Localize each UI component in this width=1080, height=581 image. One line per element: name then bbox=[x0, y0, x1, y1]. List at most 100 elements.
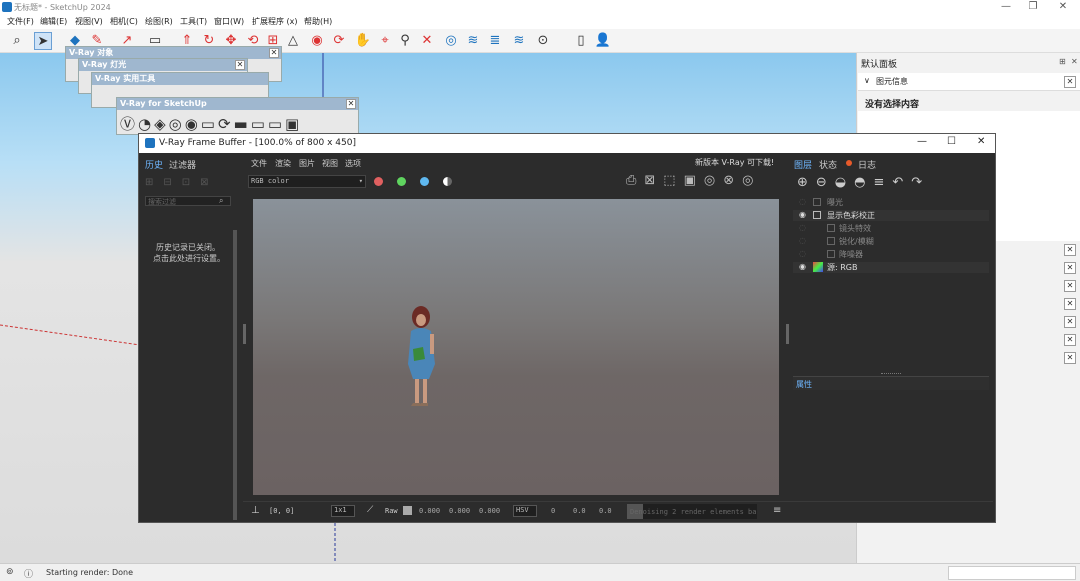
color-picker-icon[interactable]: ⟋ bbox=[367, 505, 373, 515]
close-button[interactable]: ✕ bbox=[1050, 1, 1076, 12]
search-icon[interactable]: ⌕ bbox=[8, 32, 26, 50]
status-bar: ⊚ ⓘ Starting render: Done bbox=[0, 563, 1080, 581]
orbit-icon[interactable]: ⟳ bbox=[330, 32, 348, 50]
styles-icon[interactable]: ≣ bbox=[486, 32, 504, 50]
checkbox[interactable] bbox=[827, 224, 835, 232]
eye-icon[interactable]: ◌ bbox=[799, 236, 806, 245]
section-icon[interactable]: ✕ bbox=[418, 32, 436, 50]
checkbox[interactable] bbox=[827, 237, 835, 245]
update-notice[interactable]: 新版本 V-Ray 可下载! bbox=[695, 157, 774, 168]
geo-location-icon[interactable]: ⊚ bbox=[6, 567, 14, 577]
close-icon[interactable]: ✕ bbox=[269, 48, 279, 58]
vfb-menu-options[interactable]: 选项 bbox=[345, 158, 361, 169]
scrollbar[interactable] bbox=[233, 230, 237, 520]
blue-channel-icon[interactable] bbox=[420, 177, 429, 186]
red-channel-icon[interactable] bbox=[374, 177, 383, 186]
info-icon[interactable]: ⓘ bbox=[24, 567, 33, 580]
vfb-menu-image[interactable]: 图片 bbox=[299, 158, 315, 169]
alpha-channel-icon[interactable] bbox=[443, 177, 452, 186]
checkbox[interactable] bbox=[813, 198, 821, 206]
close-icon[interactable]: ✕ bbox=[1064, 76, 1076, 88]
close-button[interactable]: ✕ bbox=[977, 136, 985, 147]
close-icon[interactable]: ✕ bbox=[1064, 262, 1076, 274]
sandbox-icon[interactable]: ◎ bbox=[442, 32, 460, 50]
splitter-handle[interactable] bbox=[786, 324, 789, 344]
tab-log[interactable]: 日志 bbox=[858, 158, 876, 171]
splitter-handle[interactable] bbox=[243, 324, 246, 344]
close-icon[interactable]: ✕ bbox=[1064, 244, 1076, 256]
history-msg-1[interactable]: 历史记录已关闭。 bbox=[156, 242, 220, 253]
color-space-select[interactable]: HSV bbox=[513, 505, 537, 517]
zoom-select[interactable]: 1x1 bbox=[331, 505, 355, 517]
close-icon[interactable]: ✕ bbox=[1064, 334, 1076, 346]
zoom-icon[interactable]: ⌖ bbox=[376, 32, 394, 50]
menu-extensions[interactable]: 扩展程序 (x) bbox=[252, 16, 298, 27]
vfb-menu-view[interactable]: 视图 bbox=[322, 158, 338, 169]
pan-icon[interactable]: ✋ bbox=[354, 32, 372, 50]
tab-layers[interactable]: 图层 bbox=[794, 158, 812, 171]
protractor-icon[interactable]: △ bbox=[284, 32, 302, 50]
layers-icon[interactable]: ≋ bbox=[464, 32, 482, 50]
layer-row[interactable]: ◉ 源: RGB bbox=[793, 262, 989, 273]
pixel-info-icon[interactable]: ⊥ bbox=[251, 505, 260, 516]
menu-icon[interactable]: ≡ bbox=[773, 505, 781, 516]
eye-icon[interactable]: ◌ bbox=[799, 197, 806, 206]
history-msg-2[interactable]: 点击此处进行设置。 bbox=[153, 253, 225, 264]
vfb-tool-icons[interactable]: ⎙⊠⬚▣◎⊗◎ bbox=[626, 173, 761, 188]
channel-select[interactable]: RGB color ▾ bbox=[248, 175, 366, 188]
splitter-handle[interactable] bbox=[881, 373, 901, 375]
entity-info-header[interactable]: ∨ 图元信息 ✕ bbox=[858, 73, 1080, 91]
menu-view[interactable]: 视图(V) bbox=[75, 16, 103, 27]
eye-icon[interactable]: ◉ bbox=[799, 210, 806, 219]
menu-file[interactable]: 文件(F) bbox=[7, 16, 34, 27]
zoom-extents-icon[interactable]: ⚲ bbox=[396, 32, 414, 50]
doc-icon[interactable]: ▯ bbox=[572, 32, 590, 50]
eye-icon[interactable]: ◌ bbox=[799, 223, 806, 232]
layer-row[interactable]: ◌ 锐化/模糊 bbox=[793, 236, 989, 247]
close-icon[interactable]: ✕ bbox=[235, 60, 245, 70]
styles2-icon[interactable]: ≋ bbox=[510, 32, 528, 50]
menu-tools[interactable]: 工具(T) bbox=[180, 16, 207, 27]
minimize-button[interactable]: — bbox=[917, 136, 927, 147]
layer-row[interactable]: ◉ 显示色彩校正 bbox=[793, 210, 989, 221]
menu-draw[interactable]: 绘图(R) bbox=[145, 16, 173, 27]
maximize-button[interactable]: ❐ bbox=[1020, 1, 1046, 12]
close-icon[interactable]: ✕ bbox=[1071, 57, 1078, 66]
raw-g: 0.000 bbox=[449, 507, 471, 515]
person-icon[interactable]: 👤 bbox=[594, 32, 612, 50]
measurements-box[interactable] bbox=[948, 566, 1076, 580]
checkbox[interactable] bbox=[813, 211, 821, 219]
layer-row[interactable]: ◌ 降噪器 bbox=[793, 249, 989, 260]
maximize-button[interactable]: ☐ bbox=[947, 136, 956, 147]
tab-status[interactable]: 状态 bbox=[819, 158, 837, 171]
menu-edit[interactable]: 编辑(E) bbox=[40, 16, 67, 27]
select-icon[interactable]: ➤ bbox=[34, 32, 52, 50]
menu-camera[interactable]: 相机(C) bbox=[110, 16, 138, 27]
vfb-menu-file[interactable]: 文件 bbox=[251, 158, 267, 169]
close-icon[interactable]: ✕ bbox=[1064, 298, 1076, 310]
minimize-button[interactable]: — bbox=[993, 1, 1019, 12]
layer-tool-icons[interactable]: ⊕⊖◒◓≡↶↷ bbox=[797, 175, 930, 190]
account-icon[interactable]: ⊙ bbox=[534, 32, 552, 50]
layer-row[interactable]: ◌ 曝光 bbox=[793, 197, 989, 208]
close-icon[interactable]: ✕ bbox=[1064, 316, 1076, 328]
checkbox[interactable] bbox=[827, 250, 835, 258]
tab-history[interactable]: 历史 bbox=[145, 158, 163, 171]
followme-icon[interactable]: ◉ bbox=[308, 32, 326, 50]
vray-main-toolbar[interactable]: V-Ray for SketchUp ✕ Ⓥ◔◈◎◉▭⟳▬▭▭▣ bbox=[116, 97, 359, 135]
layer-row[interactable]: ◌ 镜头特效 bbox=[793, 223, 989, 234]
vfb-menu-render[interactable]: 渲染 bbox=[275, 158, 291, 169]
close-icon[interactable]: ✕ bbox=[1064, 352, 1076, 364]
eye-icon[interactable]: ◉ bbox=[799, 262, 806, 271]
vfb-title-bar: V-Ray Frame Buffer - [100.0% of 800 x 45… bbox=[139, 134, 995, 153]
green-channel-icon[interactable] bbox=[397, 177, 406, 186]
pin-icon[interactable]: ⊞ bbox=[1059, 57, 1066, 66]
render-canvas[interactable] bbox=[253, 199, 779, 495]
eye-icon[interactable]: ◌ bbox=[799, 249, 806, 258]
menu-help[interactable]: 帮助(H) bbox=[304, 16, 332, 27]
tab-filters[interactable]: 过滤器 bbox=[169, 158, 196, 171]
close-icon[interactable]: ✕ bbox=[1064, 280, 1076, 292]
menu-window[interactable]: 窗口(W) bbox=[214, 16, 244, 27]
close-icon[interactable]: ✕ bbox=[346, 99, 356, 109]
vray-tool-icons[interactable]: Ⓥ◔◈◎◉▭⟳▬▭▭▣ bbox=[120, 113, 302, 134]
